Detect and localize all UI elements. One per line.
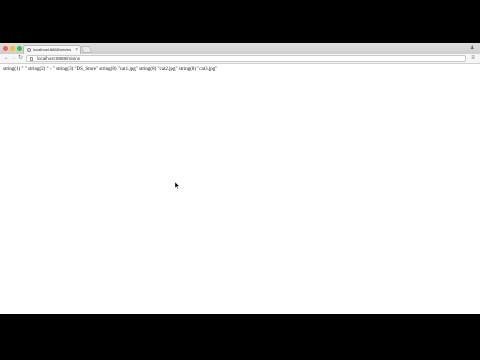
tab-close-icon[interactable]: × [75, 46, 78, 54]
page-icon [30, 57, 33, 61]
close-window-button[interactable] [3, 46, 8, 51]
address-url[interactable]: localhost:8888/mixins [37, 56, 80, 62]
mouse-cursor-icon [175, 182, 180, 189]
browser-toolbar: ← → ↻ localhost:8888/mixins ≡ [0, 54, 480, 64]
tab-title: localhost:8888/mixins [33, 47, 72, 52]
tab-bar: localhost:8888/mixins × ♟ [0, 43, 480, 54]
page-content: string(1) " " string(2) " - " string(3) … [0, 64, 480, 314]
minimize-window-button[interactable] [10, 46, 15, 51]
browser-window: localhost:8888/mixins × ♟ ← → ↻ localhos… [0, 43, 480, 314]
favicon-icon [27, 48, 31, 52]
new-tab-icon[interactable] [80, 46, 93, 53]
forward-arrow-icon[interactable]: → [10, 55, 17, 62]
reload-icon[interactable]: ↻ [17, 55, 24, 62]
tab-localhost[interactable]: localhost:8888/mixins × [23, 45, 81, 54]
zoom-window-button[interactable] [17, 46, 22, 51]
var-dump-output: string(1) " " string(2) " - " string(3) … [3, 67, 218, 72]
back-arrow-icon[interactable]: ← [3, 55, 10, 62]
menu-icon[interactable]: ≡ [470, 55, 476, 62]
profile-icon[interactable]: ♟ [470, 46, 475, 51]
address-bar[interactable]: localhost:8888/mixins [26, 55, 466, 62]
